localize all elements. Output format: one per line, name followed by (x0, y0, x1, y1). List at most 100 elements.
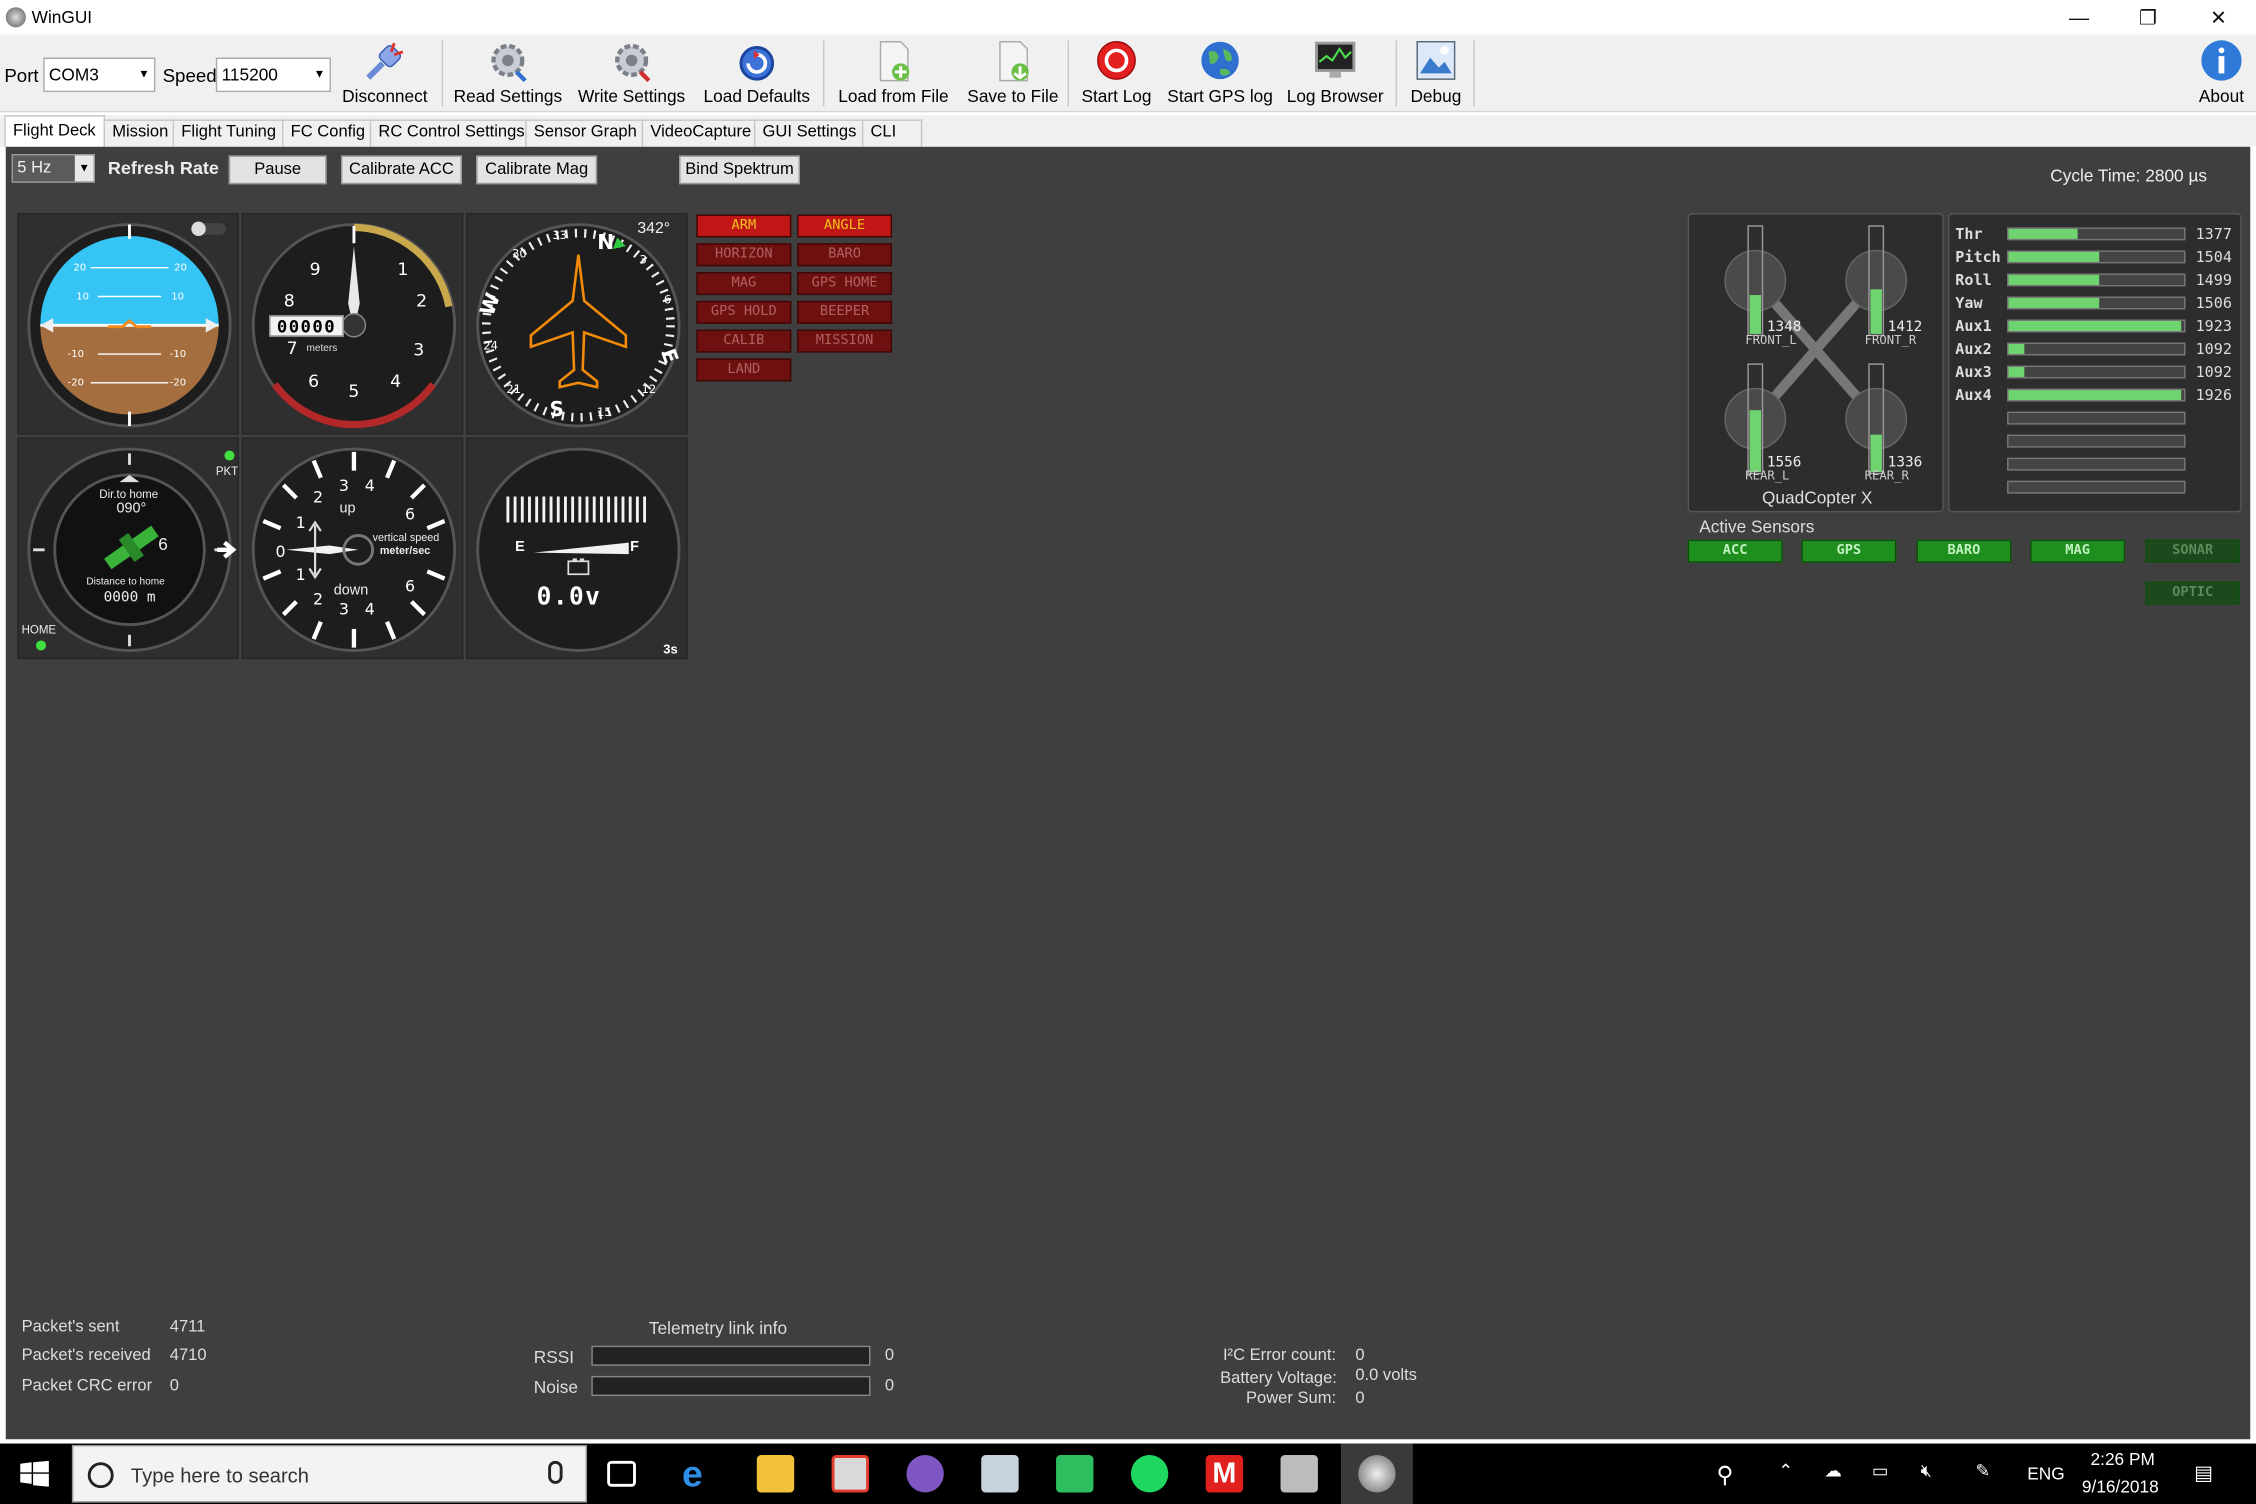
pause-button[interactable]: Pause (228, 155, 327, 185)
pen-icon[interactable]: ✎ (1975, 1461, 1989, 1481)
packets-received-value: 4710 (169, 1347, 207, 1365)
port-select[interactable]: COM3 ▼ (43, 57, 156, 93)
taskbar-search-box[interactable]: Type here to search (71, 1444, 588, 1503)
start-log-label: Start Log (1081, 86, 1152, 107)
toggle-switch[interactable] (191, 221, 226, 237)
title-bar: WinGUI — ❐ ✕ (0, 0, 2256, 35)
tab-mission[interactable]: Mission (103, 119, 177, 147)
tab-video-capture[interactable]: VideoCapture (641, 119, 760, 147)
log-browser-button[interactable]: Log Browser (1282, 37, 1388, 112)
rc-channel-bar-empty (2007, 411, 2186, 425)
write-settings-button[interactable]: Write Settings (573, 37, 691, 112)
mode-calib: CALIB (696, 329, 792, 353)
microphone-icon[interactable] (548, 1460, 563, 1484)
rc-channel-fill (2008, 390, 2181, 401)
mail-icon[interactable] (981, 1455, 1019, 1493)
windows-start-icon[interactable] (20, 1460, 49, 1487)
volume-muted-icon[interactable]: 🔇︎ (1921, 1461, 1932, 1483)
notifications-icon[interactable]: ▤ (2194, 1461, 2213, 1485)
power-sum-value: 0 (1355, 1390, 1365, 1408)
load-from-file-button[interactable]: Load from File (832, 37, 956, 112)
monitor-icon (1312, 37, 1358, 83)
file-explorer-icon[interactable] (756, 1455, 795, 1493)
pkt-label: PKT (215, 464, 239, 478)
rc-channel-value: 1504 (2195, 248, 2232, 267)
svg-text:21: 21 (506, 382, 521, 396)
wingui-task-icon[interactable] (1340, 1443, 1413, 1504)
speed-select[interactable]: 115200 ▼ (215, 57, 331, 93)
about-button[interactable]: About (2190, 37, 2253, 112)
battery-tray-icon[interactable]: ▭ (1872, 1461, 1888, 1481)
refresh-rate-select[interactable]: 5 Hz ▼ (11, 153, 95, 183)
load-defaults-button[interactable]: Load Defaults (699, 37, 814, 112)
svg-text:30: 30 (512, 247, 527, 261)
battery-full-label: F (630, 539, 639, 556)
tab-flight-tuning[interactable]: Flight Tuning (172, 119, 285, 147)
debug-button[interactable]: Debug (1404, 37, 1467, 112)
task-view-icon[interactable] (607, 1460, 636, 1487)
rc-channel-name: Roll (1955, 272, 1992, 290)
rc-channel-value: 1092 (2195, 341, 2232, 359)
clock-time[interactable]: 2:26 PM (2091, 1449, 2155, 1469)
disconnect-button[interactable]: Disconnect (338, 37, 432, 112)
battery-indicator: E F 0.0v 3s (466, 437, 688, 660)
svg-text:2: 2 (416, 292, 427, 312)
edge-browser-icon[interactable]: e (682, 1455, 719, 1492)
gear-write-icon (609, 37, 655, 83)
motor-rear-r-label: REAR_R (1864, 469, 1909, 484)
chevron-down-icon: ▼ (138, 67, 150, 81)
battery-empty-label: E (515, 539, 525, 556)
file-load-icon (870, 37, 916, 83)
mode-mag: MAG (696, 272, 792, 296)
minimize-button[interactable]: — (2057, 4, 2100, 30)
start-gps-log-label: Start GPS log (1167, 86, 1273, 107)
telemetry-title: Telemetry link info (648, 1318, 788, 1339)
app-icon[interactable] (1280, 1455, 1318, 1493)
github-icon[interactable] (906, 1455, 944, 1493)
clock-date[interactable]: 9/16/2018 (2082, 1477, 2159, 1497)
wingui-icon (1358, 1455, 1396, 1493)
read-settings-label: Read Settings (453, 86, 563, 107)
taskbar: Type here to search e M ⚲ ⌃ ☁ ▭ 🔇︎ ✎ ENG… (0, 1443, 2256, 1504)
refresh-rate-value: 5 Hz (17, 159, 52, 178)
rc-channel-value: 1499 (2195, 272, 2232, 290)
tab-fc-config[interactable]: FC Config (282, 119, 374, 147)
store-icon[interactable] (831, 1455, 870, 1493)
maximize-button[interactable]: ❐ (2127, 4, 2170, 30)
chevron-up-icon[interactable]: ⌃ (1778, 1461, 1792, 1481)
onedrive-icon[interactable]: ☁ (1824, 1461, 1841, 1481)
rc-channel-value: 1926 (2195, 387, 2232, 405)
save-to-file-button[interactable]: Save to File (964, 37, 1062, 112)
start-log-button[interactable]: Start Log (1076, 37, 1157, 112)
rssi-value: 0 (884, 1347, 895, 1365)
language-indicator[interactable]: ENG (2027, 1464, 2064, 1484)
svg-text:15: 15 (597, 405, 612, 419)
read-settings-button[interactable]: Read Settings (450, 37, 565, 112)
spotify-icon[interactable] (1130, 1455, 1169, 1493)
svg-text:3: 3 (639, 252, 646, 266)
mode-gps-home: GPS HOME (797, 272, 893, 296)
close-button[interactable]: ✕ (2197, 4, 2240, 30)
mode-gps-hold: GPS HOLD (696, 300, 792, 324)
calibrate-acc-button[interactable]: Calibrate ACC (340, 155, 462, 185)
tab-flight-deck[interactable]: Flight Deck (4, 115, 105, 147)
plug-icon (362, 37, 408, 83)
m-app-icon[interactable]: M (1205, 1455, 1244, 1493)
rc-channel-bar (2007, 388, 2186, 402)
bind-spektrum-button[interactable]: Bind Spektrum (679, 155, 800, 185)
tab-rc-control-settings[interactable]: RC Control Settings (369, 119, 534, 147)
home-label: HOME (21, 623, 57, 637)
speed-select-value: 115200 (221, 64, 278, 85)
rc-channel-fill (2008, 320, 2181, 332)
svg-text:8: 8 (284, 292, 295, 312)
tab-sensor-graph[interactable]: Sensor Graph (525, 119, 646, 147)
tab-gui-settings[interactable]: GUI Settings (753, 119, 865, 147)
people-icon[interactable]: ⚲ (1716, 1461, 1733, 1490)
calibrate-mag-button[interactable]: Calibrate Mag (476, 155, 598, 185)
svg-text:6: 6 (308, 372, 319, 392)
rc-channel-name: Aux3 (1955, 364, 1992, 382)
start-gps-log-button[interactable]: Start GPS log (1164, 37, 1276, 112)
evernote-icon[interactable] (1056, 1455, 1094, 1493)
dir-to-home-value: 090° (116, 500, 147, 517)
tab-cli[interactable]: CLI (861, 119, 923, 147)
